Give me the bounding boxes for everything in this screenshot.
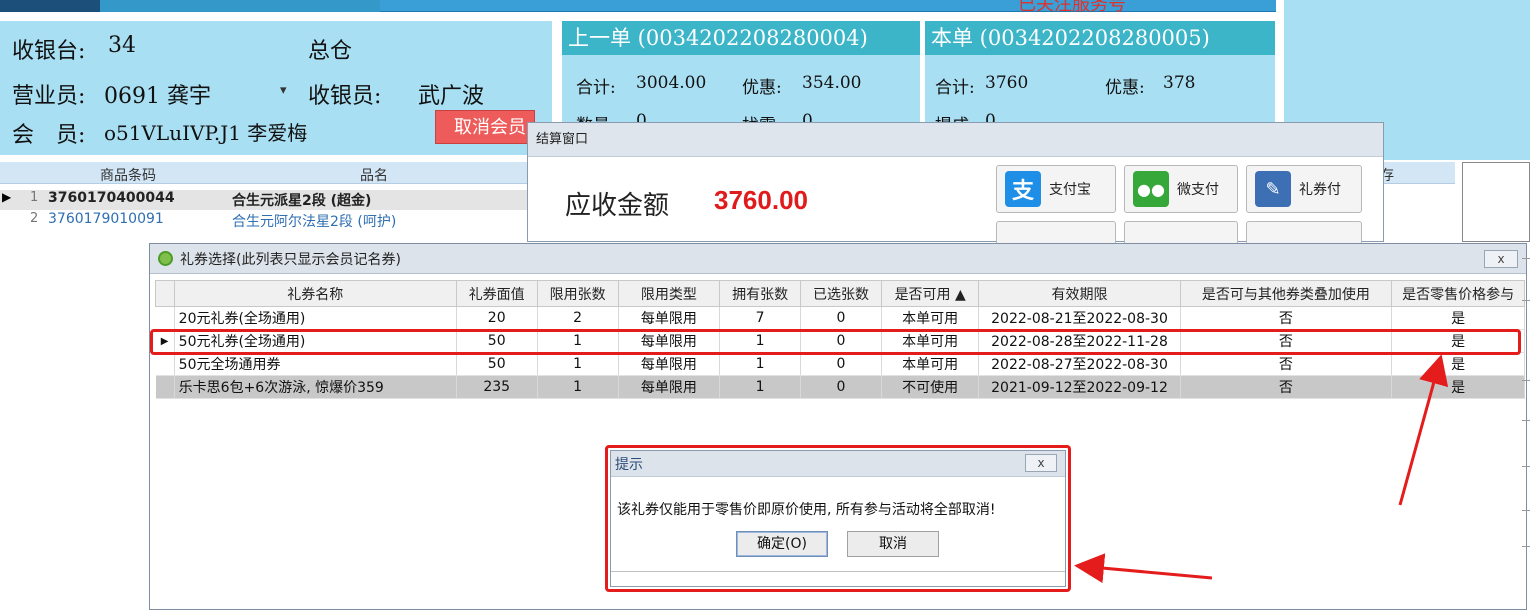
arrow-to-retail-column [1398, 354, 1449, 506]
arrow-to-alert-dialog [1074, 553, 1213, 584]
annotation-arrows [1074, 354, 1449, 584]
